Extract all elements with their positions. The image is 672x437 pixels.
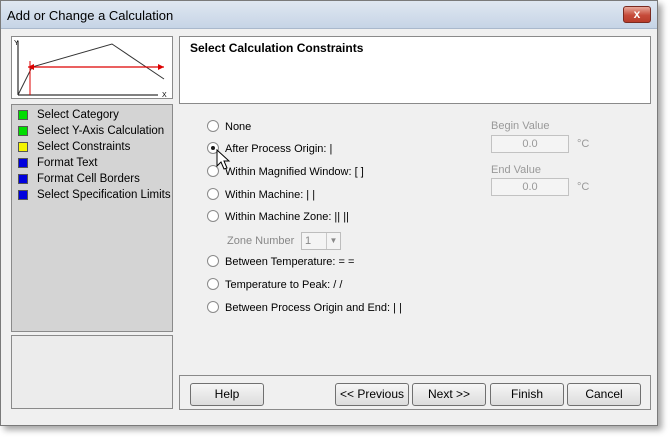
step-label: Select Y-Axis Calculation	[37, 125, 165, 137]
zone-number-group: Zone Number 1 ▼	[227, 232, 341, 250]
wizard-steps-list: Select Category Select Y-Axis Calculatio…	[11, 104, 173, 332]
radio-button[interactable]	[207, 120, 219, 132]
end-unit-label: °C	[577, 181, 590, 193]
calculation-preview: Y X	[11, 36, 173, 99]
page-title: Select Calculation Constraints	[190, 41, 364, 55]
chevron-down-icon: ▼	[326, 233, 340, 249]
zone-number-label: Zone Number	[227, 235, 295, 247]
cancel-button-label: Cancel	[585, 387, 623, 401]
title-bar[interactable]: Add or Change a Calculation x	[1, 1, 657, 29]
begin-unit-label: °C	[577, 138, 590, 150]
description-panel	[11, 335, 173, 409]
window-title: Add or Change a Calculation	[7, 8, 174, 23]
step-format-text[interactable]: Format Text	[12, 155, 172, 171]
finish-button[interactable]: Finish	[490, 383, 564, 406]
option-label: Between Process Origin and End: | |	[225, 302, 402, 314]
option-between-process-origin-and-end[interactable]: Between Process Origin and End: | |	[207, 300, 402, 316]
previous-button[interactable]: << Previous	[335, 383, 409, 406]
button-bar: Help << Previous Next >> Finish Cancel	[179, 375, 651, 410]
option-label: Within Magnified Window: [ ]	[225, 166, 364, 178]
radio-button[interactable]	[207, 301, 219, 313]
step-label: Select Specification Limits	[37, 189, 171, 201]
radio-button[interactable]	[207, 210, 219, 222]
status-square-icon	[18, 190, 28, 200]
option-label: Within Machine: | |	[225, 189, 316, 201]
preview-y-label: Y	[14, 40, 19, 47]
option-label: None	[225, 121, 252, 133]
step-select-category[interactable]: Select Category	[12, 107, 172, 123]
step-select-y-axis-calculation[interactable]: Select Y-Axis Calculation	[12, 123, 172, 139]
option-label: After Process Origin: |	[225, 143, 333, 155]
end-value-field[interactable]: 0.0	[491, 178, 569, 196]
begin-value-field[interactable]: 0.0	[491, 135, 569, 153]
option-label: Between Temperature: = =	[225, 256, 355, 268]
option-temperature-to-peak[interactable]: Temperature to Peak: / /	[207, 277, 342, 293]
next-button[interactable]: Next >>	[412, 383, 486, 406]
finish-button-label: Finish	[510, 387, 543, 401]
begin-value-label: Begin Value	[491, 120, 550, 132]
preview-x-label: X	[162, 92, 167, 98]
option-label: Temperature to Peak: / /	[225, 279, 343, 291]
end-value-text: 0.0	[522, 181, 538, 193]
option-between-temperature[interactable]: Between Temperature: = =	[207, 254, 354, 270]
end-value-label: End Value	[491, 164, 541, 176]
option-none[interactable]: None	[207, 119, 251, 135]
preview-graph-icon: Y X	[14, 40, 167, 99]
radio-button[interactable]	[207, 188, 219, 200]
option-label: Within Machine Zone: || ||	[225, 211, 349, 223]
step-label: Format Cell Borders	[37, 173, 140, 185]
step-label: Select Constraints	[37, 141, 131, 153]
close-icon: x	[633, 7, 641, 21]
option-within-machine[interactable]: Within Machine: | |	[207, 187, 315, 203]
radio-button[interactable]	[207, 255, 219, 267]
step-select-constraints[interactable]: Select Constraints	[12, 139, 172, 155]
previous-button-label: << Previous	[339, 387, 405, 401]
status-square-icon	[18, 142, 28, 152]
help-button-label: Help	[214, 387, 240, 401]
close-button[interactable]: x	[623, 6, 651, 23]
status-square-icon	[18, 174, 28, 184]
cancel-button[interactable]: Cancel	[567, 383, 641, 406]
header-panel: Select Calculation Constraints	[179, 36, 651, 104]
status-square-icon	[18, 110, 28, 120]
zone-number-value: 1	[305, 235, 312, 247]
step-select-specification-limits[interactable]: Select Specification Limits	[12, 187, 172, 203]
next-button-label: Next >>	[427, 387, 471, 401]
dialog-window: Add or Change a Calculation x Y X Select…	[0, 0, 658, 426]
step-label: Select Category	[37, 109, 119, 121]
status-square-icon	[18, 158, 28, 168]
radio-button[interactable]	[207, 278, 219, 290]
zone-number-select[interactable]: 1 ▼	[301, 232, 341, 250]
step-label: Format Text	[37, 157, 98, 169]
option-within-machine-zone[interactable]: Within Machine Zone: || ||	[207, 209, 349, 225]
status-square-icon	[18, 126, 28, 136]
step-format-cell-borders[interactable]: Format Cell Borders	[12, 171, 172, 187]
help-button[interactable]: Help	[190, 383, 264, 406]
begin-value-text: 0.0	[522, 138, 538, 150]
mouse-cursor-icon	[216, 149, 231, 170]
